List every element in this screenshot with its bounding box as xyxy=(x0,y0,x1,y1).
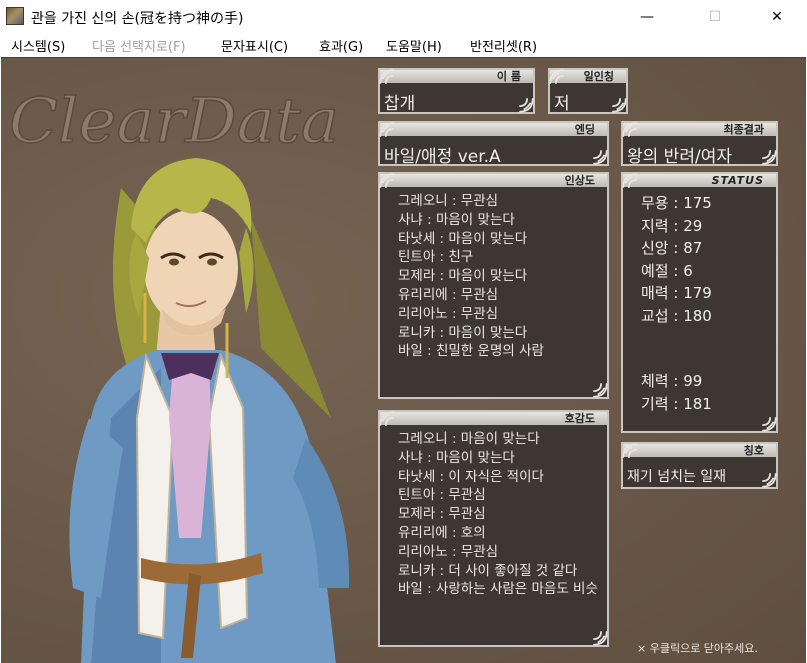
corner-ornament-icon xyxy=(379,69,394,84)
status-panel: STATUS 무용 : 175 지력 : 29 신앙 : 87 예절 : 6 매… xyxy=(621,172,778,433)
window-title: 관을 가진 신의 손(冠を持つ神の手) xyxy=(31,11,244,27)
corner-ornament-icon xyxy=(622,443,637,458)
list-item: 사냐 : 마음이 맞는다 xyxy=(398,449,515,466)
impression-panel: 인상도 그레오니 : 무관심 사냐 : 마음이 맞는다 타낫세 : 마음이 맞는… xyxy=(378,172,609,399)
list-item: 사냐 : 마음이 맞는다 xyxy=(398,211,515,228)
list-item: 바일 : 친밀한 운명의 사람 xyxy=(398,343,544,360)
menu-next-choice[interactable]: 다음 선택지로(F) xyxy=(92,36,186,55)
list-item: 모제라 : 마음이 맞는다 xyxy=(398,268,528,285)
menu-bar: 시스템(S) 다음 선택지로(F) 문자표시(C) 효과(G) 도움말(H) 반… xyxy=(0,33,807,56)
list-item: 리리아노 : 무관심 xyxy=(398,305,499,322)
list-item: 모제라 : 무관심 xyxy=(398,506,486,523)
ending-value: 바일/애정 ver.A xyxy=(384,147,501,167)
status-list: 무용 : 175 지력 : 29 신앙 : 87 예절 : 6 매력 : 179… xyxy=(641,192,768,327)
impression-list: 그레오니 : 무관심 사냐 : 마음이 맞는다 타낫세 : 마음이 맞는다 틴트… xyxy=(398,192,599,361)
menu-text-display[interactable]: 문자표시(C) xyxy=(221,36,288,55)
list-item: 로니카 : 더 사이 좋아질 것 같다 xyxy=(398,562,578,579)
list-item: 타낫세 : 마음이 맞는다 xyxy=(398,230,528,247)
stat-row: 체력 : 99 xyxy=(641,372,703,390)
name-label: 이 름 xyxy=(380,70,533,83)
title-value: 재기 넘치는 일재 xyxy=(627,469,727,485)
list-item: 틴트아 : 친구 xyxy=(398,249,474,266)
list-item: 유리리에 : 호의 xyxy=(398,524,486,541)
maximize-button[interactable]: ☐ xyxy=(692,0,738,33)
title-label: 칭호 xyxy=(623,444,776,457)
corner-ornament-icon xyxy=(379,411,394,426)
stat-row: 매력 : 179 xyxy=(641,284,712,302)
affection-list: 그레오니 : 마음이 맞는다 사냐 : 마음이 맞는다 타낫세 : 이 자식은 … xyxy=(398,430,599,599)
stat-row: 신앙 : 87 xyxy=(641,239,703,257)
vitals-list: 체력 : 99 기력 : 181 xyxy=(641,370,768,415)
corner-ornament-icon xyxy=(762,150,777,165)
list-item: 유리리에 : 무관심 xyxy=(398,286,499,303)
menu-effects[interactable]: 효과(G) xyxy=(319,36,363,55)
corner-ornament-icon xyxy=(519,98,534,113)
ending-panel: 엔딩 바일/애정 ver.A xyxy=(378,121,609,167)
stat-row: 교섭 : 180 xyxy=(641,306,712,325)
corner-ornament-icon xyxy=(593,383,608,398)
list-item: 리리아노 : 무관심 xyxy=(398,543,499,560)
first-person-panel: 일인칭 저 xyxy=(548,68,628,114)
corner-ornament-icon xyxy=(593,631,608,646)
corner-ornament-icon xyxy=(379,173,394,188)
list-item: 로니카 : 마음이 맞는다 xyxy=(398,324,528,341)
list-item: 바일 : 사랑하는 사람은 마음도 비슷 xyxy=(398,581,598,598)
corner-ornament-icon xyxy=(379,122,394,137)
corner-ornament-icon xyxy=(593,150,608,165)
list-item: 타낫세 : 이 자식은 적이다 xyxy=(398,468,544,485)
ending-label: 엔딩 xyxy=(380,123,607,136)
corner-ornament-icon xyxy=(762,473,777,488)
corner-ornament-icon xyxy=(612,98,627,113)
list-item: 틴트아 : 무관심 xyxy=(398,487,486,504)
stat-row: 예절 : 6 xyxy=(641,261,693,280)
corner-ornament-icon xyxy=(622,122,637,137)
close-button[interactable]: ✕ xyxy=(754,0,800,33)
minimize-button[interactable]: — xyxy=(624,0,670,33)
affection-panel: 호감도 그레오니 : 마음이 맞는다 사냐 : 마음이 맞는다 타낫세 : 이 … xyxy=(378,410,609,647)
stat-row: 지력 : 29 xyxy=(641,216,703,235)
final-result-value: 왕의 반려/여자 xyxy=(627,147,732,167)
stat-row: 기력 : 181 xyxy=(641,394,712,413)
stat-row: 무용 : 175 xyxy=(641,194,712,212)
close-hint: × 우클릭으로 닫아주세요. xyxy=(637,642,758,655)
list-item: 그레오니 : 무관심 xyxy=(398,193,499,209)
list-item: 그레오니 : 마음이 맞는다 xyxy=(398,431,540,447)
affection-label: 호감도 xyxy=(380,412,607,425)
corner-ornament-icon xyxy=(622,173,637,188)
menu-system[interactable]: 시스템(S) xyxy=(11,36,65,55)
final-result-label: 최종결과 xyxy=(623,123,776,136)
first-person-value: 저 xyxy=(554,94,570,114)
impression-label: 인상도 xyxy=(380,174,607,187)
clear-data-screen[interactable]: ClearData 이 름 찹개 일인칭 저 엔딩 바일/애정 ver.A 최종… xyxy=(1,57,806,663)
app-icon xyxy=(6,7,24,25)
name-panel: 이 름 찹개 xyxy=(378,68,535,114)
corner-ornament-icon xyxy=(549,69,564,84)
corner-ornament-icon xyxy=(762,417,777,432)
final-result-panel: 최종결과 왕의 반려/여자 xyxy=(621,121,778,167)
title-bar: 관을 가진 신의 손(冠を持つ神の手) — ☐ ✕ xyxy=(0,0,807,33)
character-portrait xyxy=(69,158,350,663)
name-value: 찹개 xyxy=(384,94,416,114)
menu-help[interactable]: 도움말(H) xyxy=(386,36,442,55)
menu-reverse-reset[interactable]: 반전리셋(R) xyxy=(470,36,537,55)
title-panel: 칭호 재기 넘치는 일재 xyxy=(621,442,778,489)
status-label: STATUS xyxy=(623,174,776,187)
